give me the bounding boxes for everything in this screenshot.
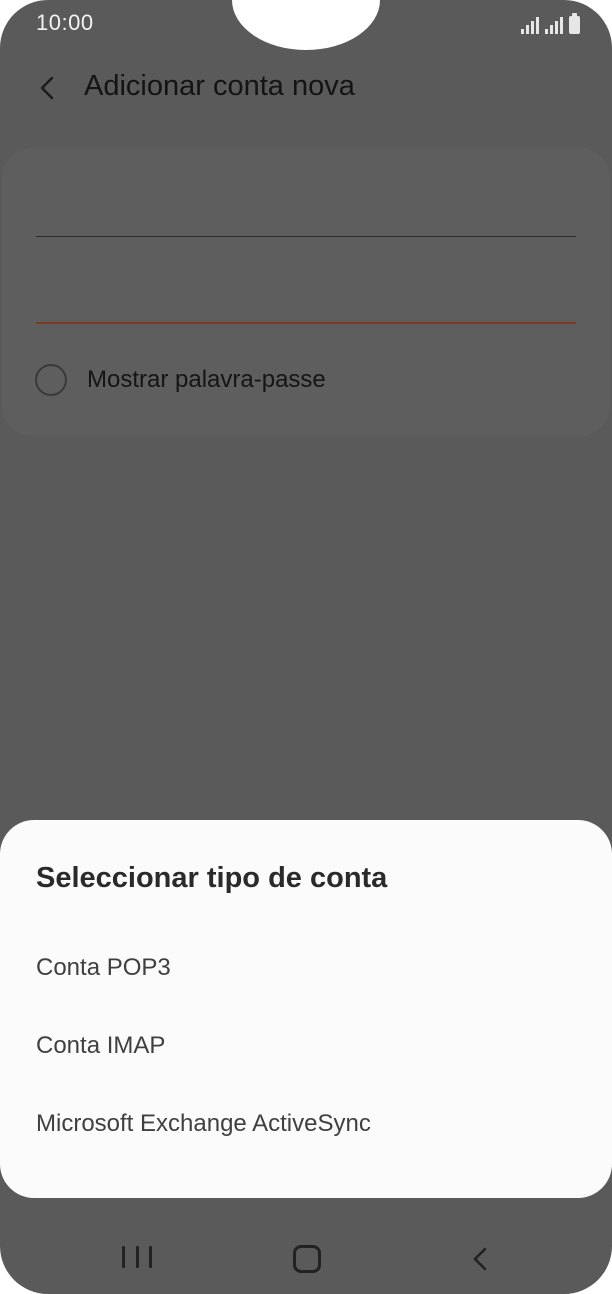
recent-apps-icon[interactable]: [122, 1246, 152, 1272]
option-pop3[interactable]: Conta POP3: [36, 938, 596, 998]
signal-icon: [545, 16, 563, 34]
status-time: 10:00: [36, 10, 94, 35]
phone-screen: 10:00 Adicionar conta nova Mostrar palav…: [0, 0, 612, 1294]
camera-notch: [232, 0, 380, 50]
page-title: Adicionar conta nova: [84, 70, 355, 102]
email-field[interactable]: [36, 236, 576, 237]
account-type-sheet: Seleccionar tipo de conta Conta POP3 Con…: [0, 820, 612, 1198]
back-icon[interactable]: [466, 1244, 496, 1274]
sheet-title: Seleccionar tipo de conta: [36, 862, 388, 894]
chevron-left-icon: [473, 1247, 487, 1271]
back-button[interactable]: [30, 68, 70, 108]
option-imap[interactable]: Conta IMAP: [36, 1016, 596, 1076]
password-field[interactable]: [36, 322, 576, 324]
show-password-label: Mostrar palavra-passe: [87, 366, 326, 393]
status-icons: [521, 12, 580, 34]
signal-icon: [521, 16, 539, 34]
home-icon[interactable]: [293, 1245, 321, 1273]
chevron-left-icon: [40, 76, 54, 100]
battery-icon: [569, 13, 580, 34]
show-password-checkbox[interactable]: [35, 364, 67, 396]
option-exchange-activesync[interactable]: Microsoft Exchange ActiveSync: [36, 1094, 596, 1154]
